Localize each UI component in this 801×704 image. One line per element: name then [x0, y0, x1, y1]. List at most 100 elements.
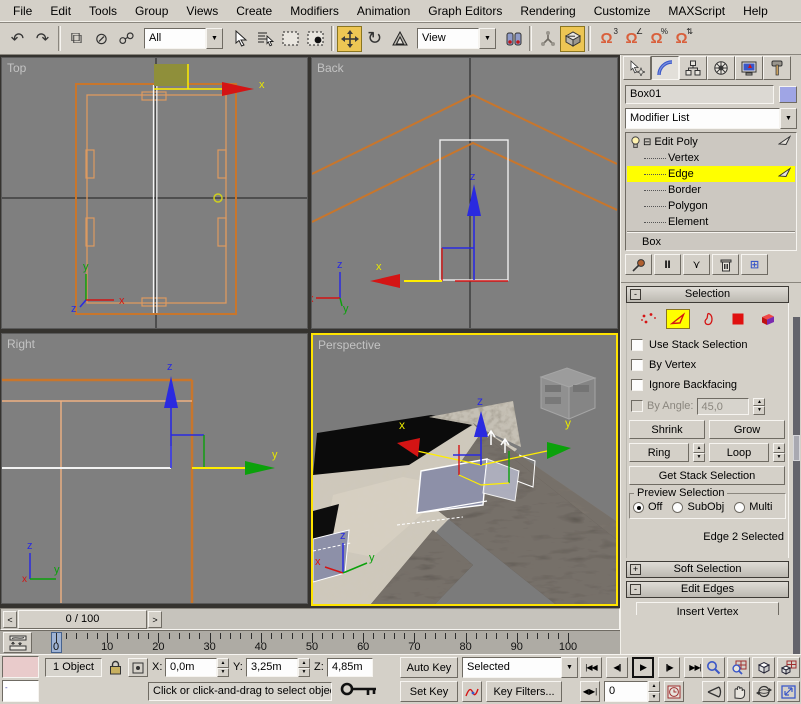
- tab-display[interactable]: [735, 56, 763, 80]
- selection-lock-icon[interactable]: [106, 658, 124, 677]
- viewport-top[interactable]: Top x y x z: [1, 57, 308, 329]
- stack-row-modifier[interactable]: ⊟Edit Poly: [627, 134, 795, 150]
- stack-sublevel-vertex[interactable]: Vertex: [627, 150, 795, 166]
- tab-modify[interactable]: [651, 56, 679, 80]
- radio-icon[interactable]: [734, 502, 745, 513]
- field-of-view-icon[interactable]: [702, 681, 725, 702]
- undo-icon[interactable]: ↶: [5, 26, 30, 52]
- show-end-result-icon[interactable]: II: [654, 254, 681, 275]
- z-coordinate-field[interactable]: 4,85m: [327, 658, 373, 677]
- chevron-down-icon[interactable]: ▼: [479, 28, 496, 49]
- x-coordinate-field[interactable]: 0,0m: [165, 658, 217, 677]
- go-to-start-button[interactable]: |◀◀: [580, 657, 602, 678]
- bind-to-space-warp-icon[interactable]: ☍: [114, 26, 139, 52]
- percent-snap-toggle-icon[interactable]: Ω%: [644, 26, 669, 52]
- select-and-rotate-icon[interactable]: ↻: [362, 26, 387, 52]
- tab-create[interactable]: [623, 56, 651, 80]
- maximize-viewport-toggle-icon[interactable]: [777, 681, 800, 702]
- menu-item-edit[interactable]: Edit: [41, 1, 80, 21]
- collapse-stack-icon[interactable]: ⊟: [643, 137, 651, 148]
- next-frame-arrow[interactable]: >: [148, 611, 162, 628]
- modifier-list-dropdown[interactable]: Modifier List ▼: [625, 108, 797, 129]
- menu-item-views[interactable]: Views: [177, 1, 227, 21]
- viewport-label[interactable]: Top: [7, 61, 26, 75]
- radio-option-off[interactable]: Off: [633, 501, 662, 513]
- frame-spinner[interactable]: ▲▼: [648, 681, 660, 702]
- rollout-header-soft-selection[interactable]: + Soft Selection: [626, 561, 789, 578]
- angle-snap-toggle-icon[interactable]: Ω∠: [619, 26, 644, 52]
- menu-item-tools[interactable]: Tools: [80, 1, 126, 21]
- by-angle-checkbox[interactable]: [631, 400, 643, 412]
- time-configuration-icon[interactable]: [664, 681, 684, 702]
- by-angle-field[interactable]: 45,0: [697, 398, 749, 415]
- ring-button[interactable]: Ring: [629, 443, 689, 462]
- rollout-header-edit-edges[interactable]: - Edit Edges: [626, 581, 789, 598]
- insert-vertex-button[interactable]: Insert Vertex: [636, 602, 779, 615]
- menu-item-file[interactable]: File: [4, 1, 41, 21]
- make-unique-icon[interactable]: ⋎: [683, 254, 710, 275]
- auto-key-button[interactable]: Auto Key: [400, 657, 458, 678]
- unlink-selection-icon[interactable]: ⊘: [89, 26, 114, 52]
- redo-icon[interactable]: ↷: [30, 26, 55, 52]
- modifier-list-value[interactable]: Modifier List: [625, 108, 780, 129]
- collapse-icon[interactable]: -: [630, 584, 641, 595]
- subobject-edge-icon[interactable]: [666, 309, 690, 329]
- menu-item-help[interactable]: Help: [734, 1, 777, 21]
- ring-spinner[interactable]: ▲▼: [693, 443, 705, 462]
- pan-hand-icon[interactable]: [727, 681, 750, 702]
- key-filters-button[interactable]: Key Filters...: [486, 681, 562, 702]
- arc-rotate-icon[interactable]: [752, 681, 775, 702]
- snap-toggle-3d-icon[interactable]: Ω3: [594, 26, 619, 52]
- select-and-scale-icon[interactable]: [387, 26, 412, 52]
- reference-coordinate-value[interactable]: View: [417, 28, 479, 49]
- radio-option-multi[interactable]: Multi: [734, 501, 772, 513]
- selection-filter-value[interactable]: All: [144, 28, 206, 49]
- tab-motion[interactable]: [707, 56, 735, 80]
- tab-hierarchy[interactable]: [679, 56, 707, 80]
- rollout-header-selection[interactable]: - Selection: [626, 286, 789, 303]
- zoom-extents-all-icon[interactable]: [777, 657, 800, 678]
- radio-icon[interactable]: [633, 502, 644, 513]
- checkbox[interactable]: [631, 379, 643, 391]
- maxscript-listener-line[interactable]: [2, 656, 39, 678]
- zoom-icon[interactable]: [702, 657, 725, 678]
- subobject-polygon-icon[interactable]: [726, 309, 750, 329]
- menu-item-modifiers[interactable]: Modifiers: [281, 1, 348, 21]
- menu-item-maxscript[interactable]: MAXScript: [659, 1, 734, 21]
- set-key-button[interactable]: Set Key: [400, 681, 458, 702]
- keyboard-shortcut-override-key-icon[interactable]: [336, 677, 382, 703]
- select-object-icon[interactable]: [228, 26, 253, 52]
- set-key-filters-curve-icon[interactable]: [462, 681, 482, 702]
- spinner-snap-toggle-icon[interactable]: Ω⇅: [669, 26, 694, 52]
- previous-frame-button[interactable]: ◀||: [606, 657, 628, 678]
- menu-item-graph-editors[interactable]: Graph Editors: [419, 1, 511, 21]
- modifier-name[interactable]: Edit Poly: [654, 136, 697, 148]
- play-button[interactable]: ▶: [632, 657, 654, 678]
- chevron-down-icon[interactable]: ▼: [561, 657, 578, 678]
- by-angle-spinner[interactable]: ▲▼: [753, 398, 765, 415]
- stack-sublevel-edge[interactable]: Edge: [627, 166, 795, 182]
- rectangular-selection-region-icon[interactable]: [278, 26, 303, 52]
- configure-modifier-sets-icon[interactable]: ⊞: [741, 254, 768, 275]
- maxscript-input-line[interactable]: -: [2, 680, 39, 702]
- ghost-box-object[interactable]: [541, 368, 595, 419]
- selection-filter-dropdown[interactable]: All ▼: [144, 28, 223, 49]
- key-mode-toggle-icon[interactable]: ◀▶|: [580, 681, 600, 702]
- object-color-swatch[interactable]: [779, 86, 797, 103]
- stack-sublevel-element[interactable]: Element: [627, 214, 795, 230]
- menu-item-customize[interactable]: Customize: [585, 1, 660, 21]
- snaps-toggle-icon[interactable]: [560, 26, 585, 52]
- viewport-back[interactable]: Back z x z x y: [311, 57, 618, 329]
- loop-spinner[interactable]: ▲▼: [773, 443, 785, 462]
- mini-curve-editor-icon[interactable]: [3, 632, 32, 653]
- viewport-label[interactable]: Right: [7, 337, 35, 351]
- get-stack-selection-button[interactable]: Get Stack Selection: [629, 466, 785, 485]
- menu-item-group[interactable]: Group: [126, 1, 177, 21]
- checkbox[interactable]: [631, 359, 643, 371]
- menu-item-rendering[interactable]: Rendering: [511, 1, 584, 21]
- checkbox[interactable]: [631, 339, 643, 351]
- absolute-offset-toggle-icon[interactable]: [128, 658, 148, 677]
- tab-utilities[interactable]: [763, 56, 791, 80]
- collapse-icon[interactable]: -: [630, 289, 641, 300]
- viewport-label[interactable]: Back: [317, 61, 344, 75]
